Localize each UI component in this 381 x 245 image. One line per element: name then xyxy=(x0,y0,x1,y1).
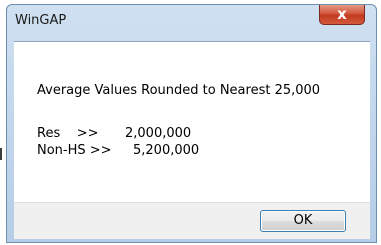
background-window-marker xyxy=(0,148,2,160)
row-value-non-hs: 5,200,000 xyxy=(133,143,200,158)
ok-button[interactable]: OK xyxy=(260,210,346,232)
button-bar: OK xyxy=(14,202,370,239)
row-label-res: Res >> xyxy=(37,126,99,141)
message-heading: Average Values Rounded to Nearest 25,000 xyxy=(37,83,321,98)
message-dialog: WinGAP x Average Values Rounded to Neare… xyxy=(6,4,377,243)
title-bar[interactable]: WinGAP x xyxy=(7,5,376,41)
row-value-res: 2,000,000 xyxy=(125,126,192,141)
message-area: Average Values Rounded to Nearest 25,000… xyxy=(14,41,370,202)
close-button[interactable]: x xyxy=(319,5,365,25)
row-label-non-hs: Non-HS >> xyxy=(37,143,112,158)
window-title: WinGAP xyxy=(15,13,67,28)
close-icon: x xyxy=(337,5,347,23)
